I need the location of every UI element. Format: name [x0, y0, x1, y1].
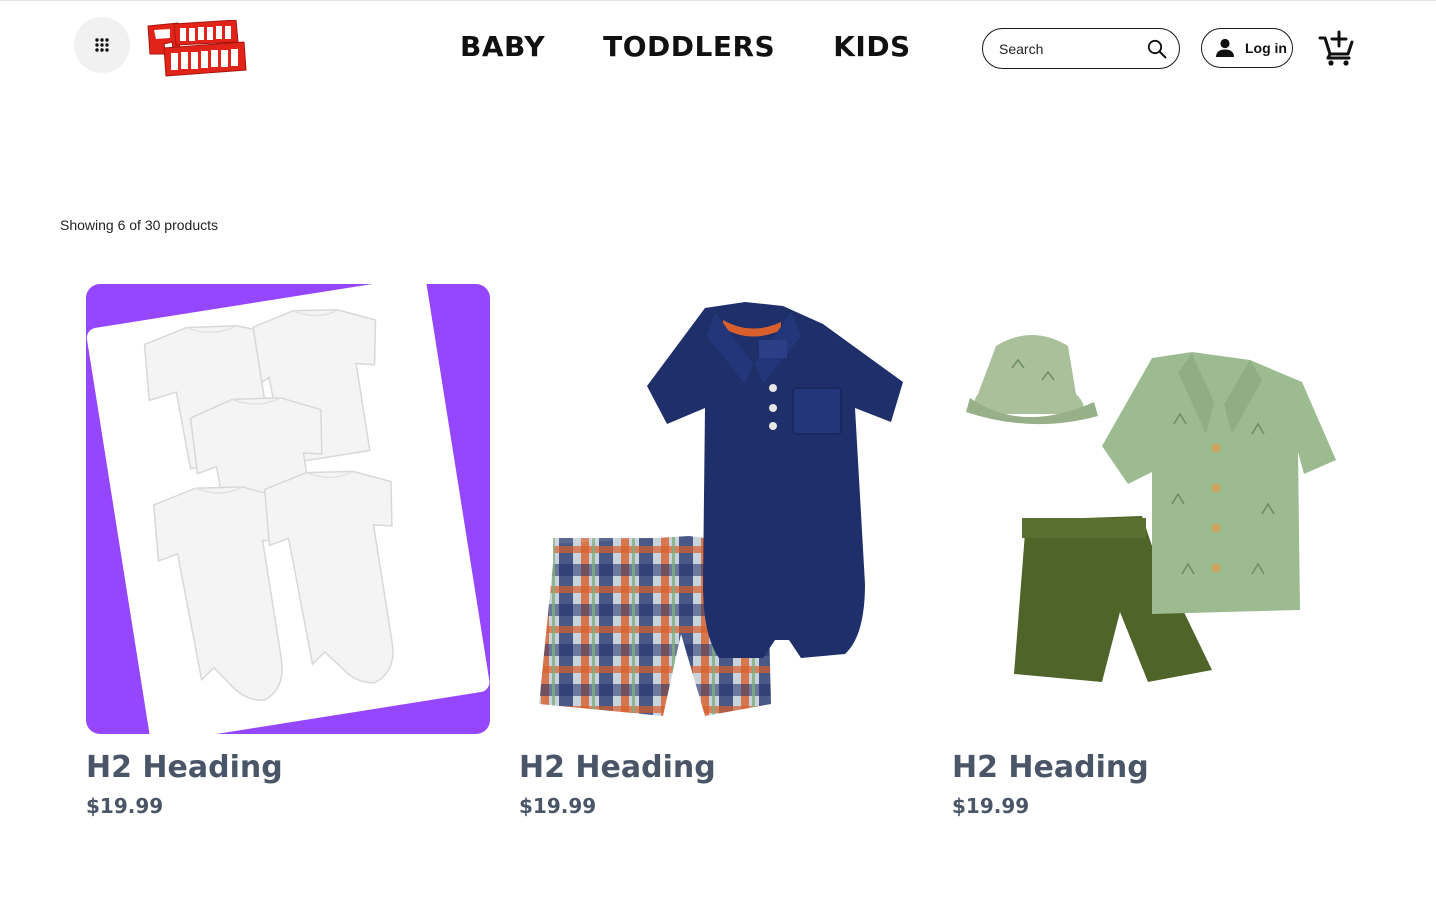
- grid-dots-icon: [95, 38, 109, 52]
- product-price: $19.99: [86, 794, 164, 818]
- product-card[interactable]: H2 Heading $19.99: [519, 284, 923, 818]
- main-nav: BABY TODDLERS KIDS: [460, 28, 911, 66]
- product-price: $19.99: [952, 794, 1030, 818]
- product-title[interactable]: H2 Heading: [86, 750, 283, 785]
- search-box: [982, 28, 1180, 69]
- results-count: Showing 6 of 30 products: [60, 217, 218, 233]
- nav-toddlers[interactable]: TODDLERS: [603, 28, 775, 66]
- app-menu-button[interactable]: [74, 17, 130, 73]
- nav-kids[interactable]: KIDS: [833, 28, 911, 66]
- product-title[interactable]: H2 Heading: [519, 750, 716, 785]
- add-to-cart-icon: [1318, 30, 1354, 66]
- product-card[interactable]: H2 Heading $19.99: [952, 284, 1356, 818]
- product-title[interactable]: H2 Heading: [952, 750, 1149, 785]
- search-icon[interactable]: [1147, 39, 1167, 59]
- login-label: Log in: [1245, 40, 1287, 56]
- login-button[interactable]: Log in: [1201, 28, 1293, 68]
- user-icon: [1216, 38, 1234, 57]
- top-border: [0, 0, 1436, 1]
- nav-baby[interactable]: BABY: [460, 28, 545, 66]
- search-input[interactable]: [997, 39, 1147, 58]
- product-card[interactable]: H2 Heading $19.99: [86, 284, 490, 818]
- product-image[interactable]: [519, 284, 923, 734]
- product-image[interactable]: [952, 284, 1356, 734]
- product-image[interactable]: [86, 284, 490, 734]
- product-price: $19.99: [519, 794, 597, 818]
- brand-logo[interactable]: [144, 19, 248, 78]
- cart-button[interactable]: [1318, 30, 1356, 66]
